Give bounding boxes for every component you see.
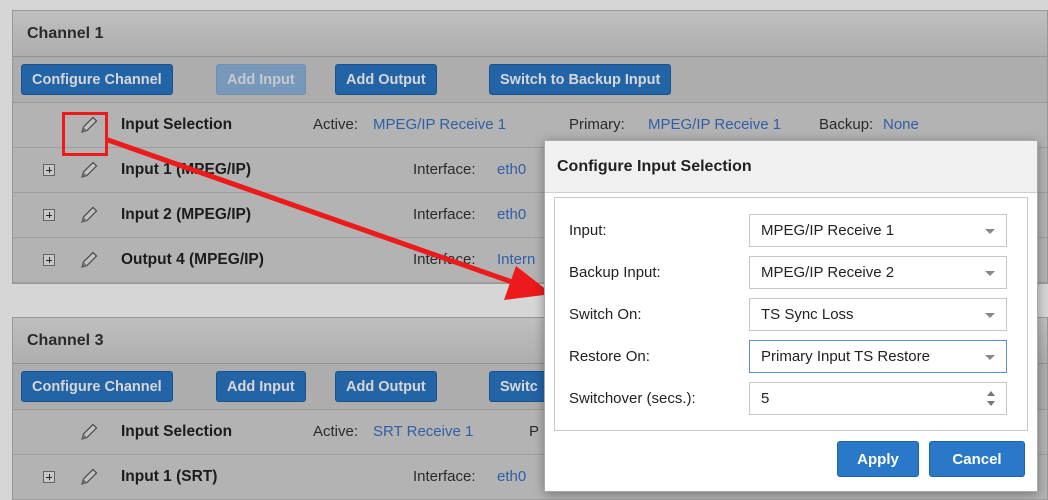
restore-on-label: Restore On: — [569, 348, 650, 365]
annotation-highlight-box — [62, 112, 108, 156]
backup-input-select-value: MPEG/IP Receive 2 — [761, 264, 895, 281]
restore-on-select-value: Primary Input TS Restore — [761, 348, 930, 365]
backup-input-field-row: Backup Input: MPEG/IP Receive 2 — [555, 252, 1027, 292]
backup-input-label: Backup Input: — [569, 264, 661, 281]
chevron-down-icon — [985, 229, 995, 234]
spin-down-icon[interactable] — [987, 401, 995, 406]
input-label: Input: — [569, 222, 607, 239]
restore-on-field-row: Restore On: Primary Input TS Restore — [555, 336, 1027, 376]
cancel-button[interactable]: Cancel — [929, 441, 1025, 477]
dialog-title: Configure Input Selection — [545, 141, 1037, 193]
switch-on-field-row: Switch On: TS Sync Loss — [555, 294, 1027, 334]
switch-on-label: Switch On: — [569, 306, 642, 323]
spin-up-icon[interactable] — [987, 391, 995, 396]
chevron-down-icon — [985, 271, 995, 276]
configure-input-selection-dialog: Configure Input Selection Input: MPEG/IP… — [544, 140, 1038, 492]
input-select[interactable]: MPEG/IP Receive 1 — [749, 214, 1007, 247]
dialog-form: Input: MPEG/IP Receive 1 Backup Input: M… — [554, 197, 1028, 431]
switchover-value: 5 — [761, 390, 770, 407]
switchover-label: Switchover (secs.): — [569, 390, 696, 407]
switchover-spinner[interactable]: 5 — [749, 382, 1007, 415]
apply-button[interactable]: Apply — [837, 441, 919, 477]
input-field-row: Input: MPEG/IP Receive 1 — [555, 210, 1027, 250]
chevron-down-icon — [985, 355, 995, 360]
input-select-value: MPEG/IP Receive 1 — [761, 222, 895, 239]
switchover-field-row: Switchover (secs.): 5 — [555, 378, 1027, 418]
switch-on-select[interactable]: TS Sync Loss — [749, 298, 1007, 331]
restore-on-select[interactable]: Primary Input TS Restore — [749, 340, 1007, 373]
backup-input-select[interactable]: MPEG/IP Receive 2 — [749, 256, 1007, 289]
chevron-down-icon — [985, 313, 995, 318]
switch-on-select-value: TS Sync Loss — [761, 306, 854, 323]
